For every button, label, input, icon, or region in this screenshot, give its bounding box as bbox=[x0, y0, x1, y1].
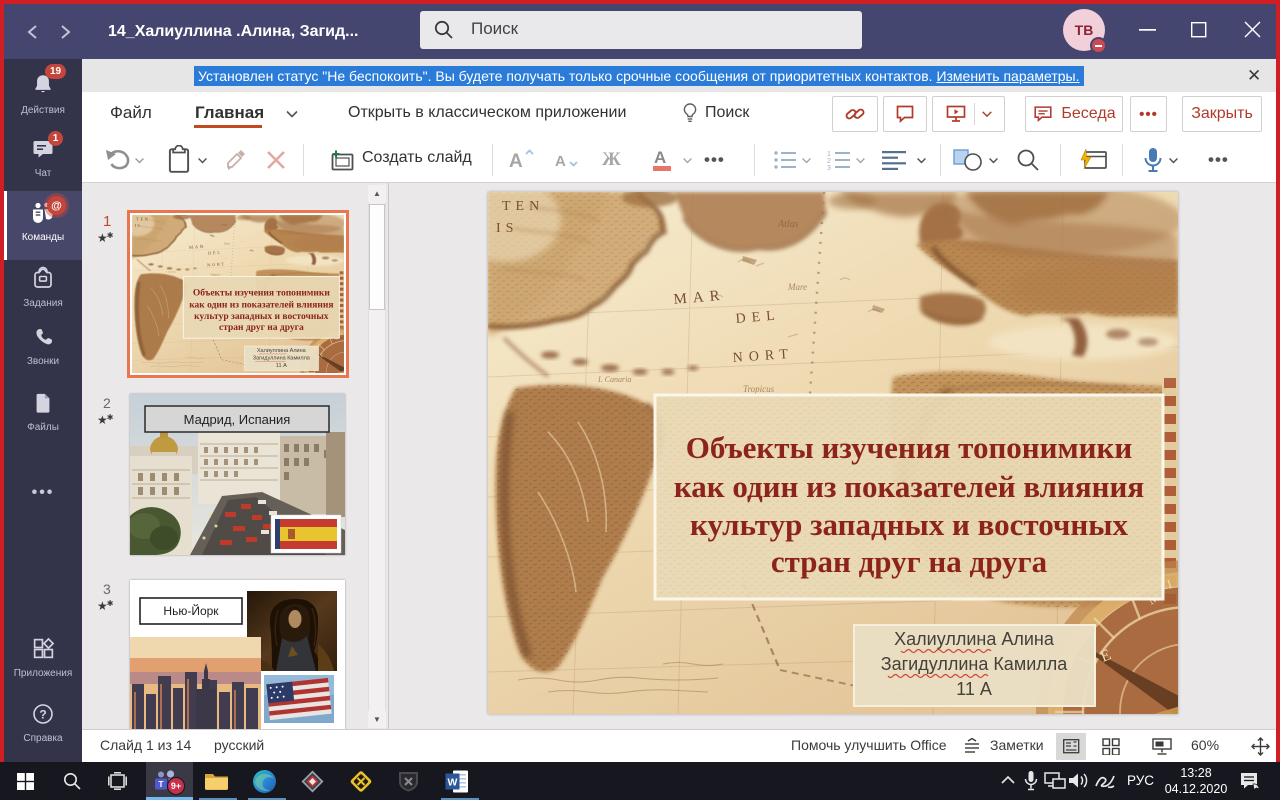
svg-text:Мадрид, Испания: Мадрид, Испания bbox=[184, 412, 291, 427]
svg-text:A: A bbox=[555, 153, 566, 170]
svg-text:?: ? bbox=[39, 708, 46, 722]
svg-text:A: A bbox=[654, 148, 666, 167]
svg-text:W: W bbox=[448, 777, 458, 789]
svg-text:T: T bbox=[158, 779, 164, 789]
svg-text:2: 2 bbox=[827, 158, 831, 165]
svg-text:Нью-Йорк: Нью-Йорк bbox=[163, 603, 219, 618]
svg-text:1: 1 bbox=[827, 151, 831, 158]
svg-text:A: A bbox=[509, 151, 523, 172]
svg-text:3: 3 bbox=[827, 165, 831, 172]
